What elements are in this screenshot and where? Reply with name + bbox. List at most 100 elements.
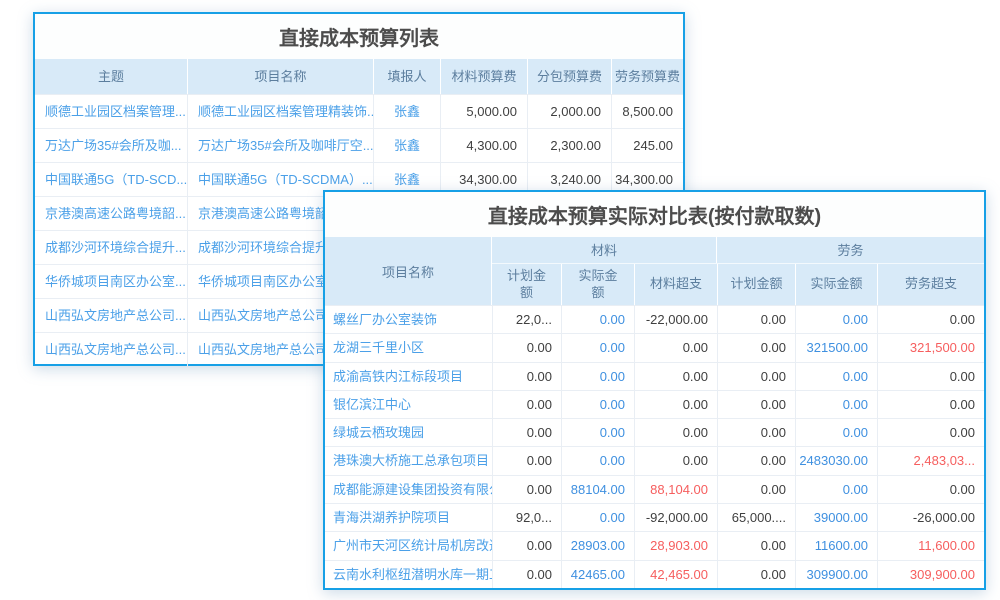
material-plan-value: 0.00	[492, 363, 561, 390]
labor-overrun-value: 2,483,03...	[877, 447, 984, 474]
labor-overrun-value: 321,500.00	[877, 334, 984, 361]
material-actual-link[interactable]: 88104.00	[561, 476, 634, 503]
subject-link[interactable]: 顺德工业园区档案管理...	[35, 95, 187, 128]
labor-plan-value: 0.00	[717, 476, 795, 503]
labor-plan-value: 0.00	[717, 447, 795, 474]
labor-actual-link[interactable]: 309900.00	[795, 561, 877, 588]
labor-plan-value: 0.00	[717, 363, 795, 390]
col-header-project: 项目名称	[187, 59, 373, 94]
table-row: 万达广场35#会所及咖... 万达广场35#会所及咖啡厅空... 张鑫 4,30…	[35, 128, 683, 162]
labor-overrun-value: -26,000.00	[877, 504, 984, 531]
labor-actual-link[interactable]: 0.00	[795, 391, 877, 418]
labor-fee-value: 245.00	[611, 129, 683, 162]
col-header-reporter: 填报人	[373, 59, 440, 94]
project-name-link[interactable]: 广州市天河区统计局机房改造	[325, 532, 492, 559]
material-actual-link[interactable]: 0.00	[561, 334, 634, 361]
material-overrun-value: 28,903.00	[634, 532, 717, 559]
col-header-labor-plan: 计划金额	[717, 264, 795, 305]
labor-overrun-value: 309,900.00	[877, 561, 984, 588]
labor-overrun-value: 11,600.00	[877, 532, 984, 559]
compare-table-header: 项目名称 材料 劳务 计划金额 实际金额 材料超支 计划金额 实际金额 劳务超支	[325, 237, 984, 305]
col-header-subcontract-fee: 分包预算费	[527, 59, 611, 94]
material-actual-link[interactable]: 0.00	[561, 504, 634, 531]
labor-plan-value: 0.00	[717, 561, 795, 588]
material-plan-value: 0.00	[492, 561, 561, 588]
table-row: 港珠澳大桥施工总承包项目 0.00 0.00 0.00 0.00 2483030…	[325, 446, 984, 474]
col-header-labor-actual: 实际金额	[795, 264, 877, 305]
labor-actual-link[interactable]: 321500.00	[795, 334, 877, 361]
col-header-subject: 主题	[35, 59, 187, 94]
table-row: 银亿滨江中心 0.00 0.00 0.00 0.00 0.00 0.00	[325, 390, 984, 418]
subcontract-fee-value: 2,000.00	[527, 95, 611, 128]
material-actual-link[interactable]: 42465.00	[561, 561, 634, 588]
project-link[interactable]: 顺德工业园区档案管理精装饰...	[187, 95, 373, 128]
material-overrun-value: 0.00	[634, 391, 717, 418]
labor-plan-value: 0.00	[717, 532, 795, 559]
material-actual-link[interactable]: 28903.00	[561, 532, 634, 559]
labor-actual-link[interactable]: 2483030.00	[795, 447, 877, 474]
material-actual-link[interactable]: 0.00	[561, 391, 634, 418]
group-header-material: 材料	[492, 237, 717, 263]
project-name-link[interactable]: 成渝高铁内江标段项目	[325, 363, 492, 390]
project-name-link[interactable]: 港珠澳大桥施工总承包项目	[325, 447, 492, 474]
col-header-material-actual: 实际金额	[561, 264, 634, 305]
material-actual-link[interactable]: 0.00	[561, 447, 634, 474]
table-row: 云南水利枢纽潜明水库一期工 0.00 42465.00 42,465.00 0.…	[325, 560, 984, 588]
material-plan-value: 0.00	[492, 391, 561, 418]
subject-link[interactable]: 山西弘文房地产总公司...	[35, 333, 187, 366]
table-row: 螺丝厂办公室装饰 22,0... 0.00 -22,000.00 0.00 0.…	[325, 305, 984, 333]
material-actual-link[interactable]: 0.00	[561, 419, 634, 446]
subject-link[interactable]: 华侨城项目南区办公室...	[35, 265, 187, 298]
project-link[interactable]: 万达广场35#会所及咖啡厅空...	[187, 129, 373, 162]
subject-link[interactable]: 山西弘文房地产总公司...	[35, 299, 187, 332]
material-overrun-value: 0.00	[634, 447, 717, 474]
subject-link[interactable]: 成都沙河环境综合提升...	[35, 231, 187, 264]
labor-plan-value: 0.00	[717, 391, 795, 418]
table-row: 成都能源建设集团投资有限公 0.00 88104.00 88,104.00 0.…	[325, 475, 984, 503]
labor-actual-link[interactable]: 0.00	[795, 419, 877, 446]
reporter-link[interactable]: 张鑫	[373, 129, 440, 162]
table-row: 广州市天河区统计局机房改造 0.00 28903.00 28,903.00 0.…	[325, 531, 984, 559]
material-actual-link[interactable]: 0.00	[561, 363, 634, 390]
labor-plan-value: 0.00	[717, 306, 795, 333]
material-fee-value: 5,000.00	[440, 95, 527, 128]
project-name-link[interactable]: 青海洪湖养护院项目	[325, 504, 492, 531]
labor-actual-link[interactable]: 0.00	[795, 306, 877, 333]
material-actual-link[interactable]: 0.00	[561, 306, 634, 333]
subject-link[interactable]: 万达广场35#会所及咖...	[35, 129, 187, 162]
material-overrun-value: -92,000.00	[634, 504, 717, 531]
labor-overrun-value: 0.00	[877, 363, 984, 390]
subject-link[interactable]: 京港澳高速公路粤境韶...	[35, 197, 187, 230]
material-overrun-value: 0.00	[634, 419, 717, 446]
labor-actual-link[interactable]: 0.00	[795, 476, 877, 503]
col-header-labor-overrun: 劳务超支	[877, 264, 984, 305]
col-header-material-fee: 材料预算费	[440, 59, 527, 94]
labor-plan-value: 0.00	[717, 334, 795, 361]
labor-actual-link[interactable]: 39000.00	[795, 504, 877, 531]
material-plan-value: 0.00	[492, 334, 561, 361]
project-name-link[interactable]: 银亿滨江中心	[325, 391, 492, 418]
labor-plan-value: 65,000....	[717, 504, 795, 531]
material-plan-value: 0.00	[492, 532, 561, 559]
project-name-link[interactable]: 绿城云栖玫瑰园	[325, 419, 492, 446]
project-name-link[interactable]: 龙湖三千里小区	[325, 334, 492, 361]
labor-overrun-value: 0.00	[877, 391, 984, 418]
labor-fee-value: 8,500.00	[611, 95, 683, 128]
table-row: 绿城云栖玫瑰园 0.00 0.00 0.00 0.00 0.00 0.00	[325, 418, 984, 446]
reporter-link[interactable]: 张鑫	[373, 95, 440, 128]
material-overrun-value: 0.00	[634, 363, 717, 390]
material-plan-value: 22,0...	[492, 306, 561, 333]
budget-list-title: 直接成本预算列表	[35, 14, 683, 59]
subject-link[interactable]: 中国联通5G（TD-SCD...	[35, 163, 187, 196]
material-plan-value: 0.00	[492, 447, 561, 474]
col-header-labor-fee: 劳务预算费	[611, 59, 683, 94]
project-name-link[interactable]: 云南水利枢纽潜明水库一期工	[325, 561, 492, 588]
material-fee-value: 4,300.00	[440, 129, 527, 162]
project-name-link[interactable]: 螺丝厂办公室装饰	[325, 306, 492, 333]
labor-plan-value: 0.00	[717, 419, 795, 446]
budget-list-header-row: 主题 项目名称 填报人 材料预算费 分包预算费 劳务预算费	[35, 59, 683, 94]
budget-compare-title: 直接成本预算实际对比表(按付款取数)	[325, 192, 984, 237]
labor-actual-link[interactable]: 0.00	[795, 363, 877, 390]
labor-actual-link[interactable]: 11600.00	[795, 532, 877, 559]
project-name-link[interactable]: 成都能源建设集团投资有限公	[325, 476, 492, 503]
